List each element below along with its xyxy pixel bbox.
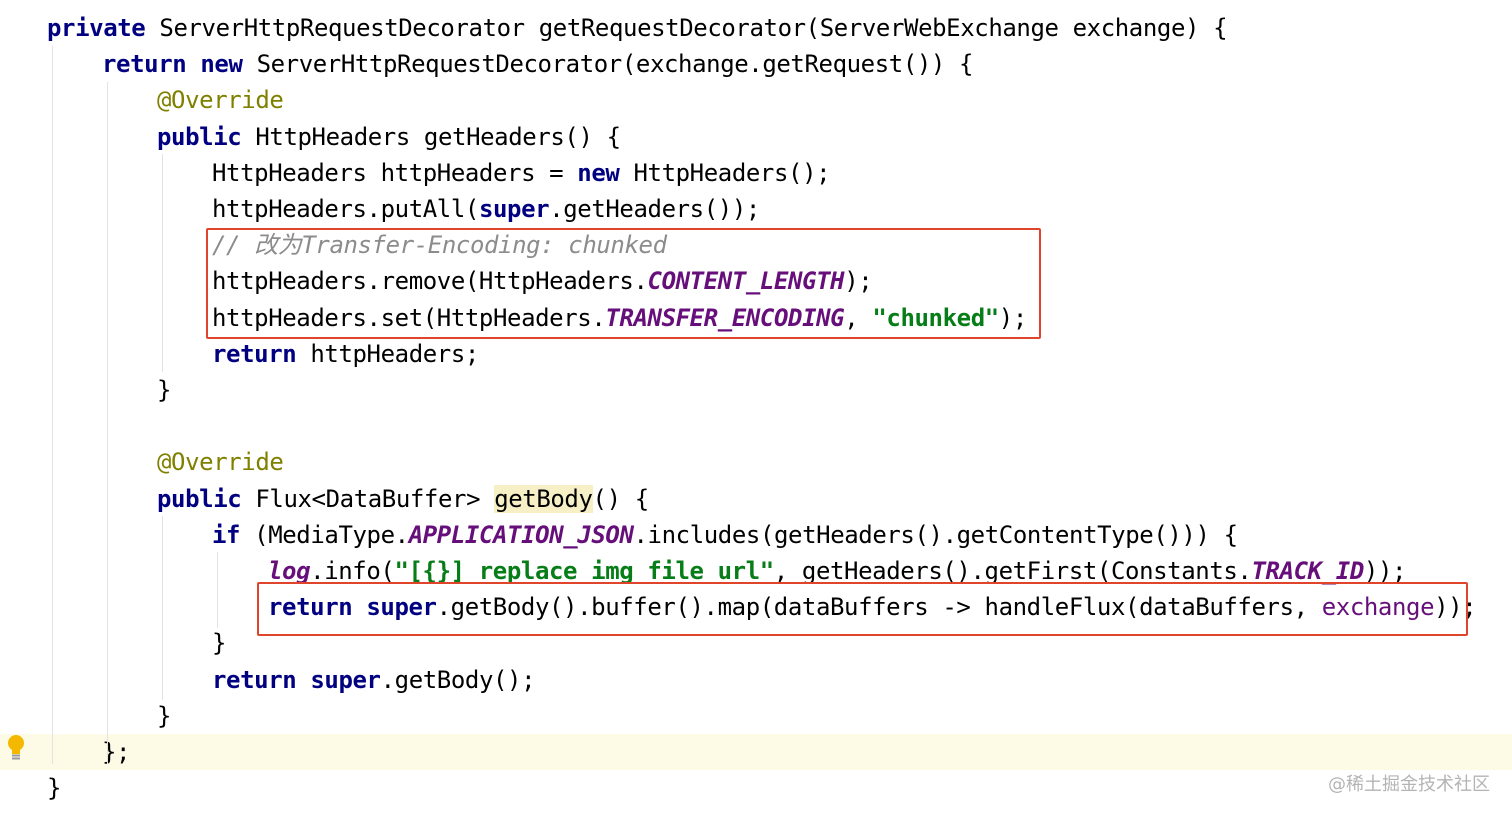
code-text: return new ServerHttpRequestDecorator(ex… xyxy=(102,46,973,82)
code-token: "[{}] replace img file url" xyxy=(394,557,774,585)
code-token: HttpHeaders getHeaders() { xyxy=(241,122,621,151)
code-line[interactable]: } xyxy=(0,698,1512,734)
code-line[interactable]: } xyxy=(0,770,1512,806)
code-text: if (MediaType.APPLICATION_JSON.includes(… xyxy=(212,517,1238,553)
code-token: public xyxy=(157,122,242,151)
code-token: if xyxy=(212,520,241,549)
code-text: return httpHeaders; xyxy=(212,336,479,372)
code-token: APPLICATION_JSON xyxy=(408,520,634,549)
code-line[interactable]: @Override xyxy=(0,444,1512,480)
code-token: } xyxy=(47,774,62,803)
code-line[interactable]: } xyxy=(0,372,1512,408)
indent-guide xyxy=(162,516,163,700)
indent-guide xyxy=(217,552,218,628)
code-token: () { xyxy=(592,484,650,513)
code-line[interactable]: httpHeaders.putAll(super.getHeaders()); xyxy=(0,191,1512,227)
code-line[interactable]: @Override xyxy=(0,82,1512,118)
code-text: public Flux<DataBuffer> getBody() { xyxy=(157,481,649,517)
code-line[interactable]: public Flux<DataBuffer> getBody() { xyxy=(0,481,1512,517)
code-token: .getHeaders()); xyxy=(549,195,760,223)
indent-guide xyxy=(162,154,163,372)
code-text: } xyxy=(157,698,171,734)
code-token: new xyxy=(200,50,243,79)
code-line[interactable]: HttpHeaders httpHeaders = new HttpHeader… xyxy=(0,155,1512,191)
code-token: super xyxy=(478,195,550,223)
code-token: log xyxy=(268,557,311,585)
code-token: public xyxy=(157,484,242,513)
code-line[interactable]: }; xyxy=(0,734,1512,770)
code-text: public HttpHeaders getHeaders() { xyxy=(157,119,621,155)
code-line[interactable] xyxy=(0,408,1512,444)
code-token: ServerHttpRequestDecorator getRequestDec… xyxy=(145,14,1228,42)
code-token: ServerHttpRequestDecorator(exchange.getR… xyxy=(242,50,974,79)
code-text: @Override xyxy=(157,82,284,118)
code-line[interactable]: return new ServerHttpRequestDecorator(ex… xyxy=(0,46,1512,82)
code-token: httpHeaders.putAll( xyxy=(212,195,479,223)
code-token: @Override xyxy=(157,448,284,477)
lightbulb-icon[interactable] xyxy=(6,733,26,763)
code-token: } xyxy=(157,376,172,404)
code-token: return xyxy=(212,339,297,368)
code-token: (MediaType. xyxy=(240,520,409,549)
code-text: HttpHeaders httpHeaders = new HttpHeader… xyxy=(212,155,831,191)
code-token: @Override xyxy=(157,86,284,115)
code-line[interactable]: private ServerHttpRequestDecorator getRe… xyxy=(0,10,1512,46)
code-token: TRACK_ID xyxy=(1251,557,1364,585)
indent-guide xyxy=(107,82,108,764)
code-token: getBody xyxy=(494,484,593,513)
code-token: return xyxy=(212,665,297,694)
code-line[interactable]: public HttpHeaders getHeaders() { xyxy=(0,119,1512,155)
code-token: return xyxy=(102,50,187,79)
code-text: return super.getBody(); xyxy=(212,662,536,698)
code-line[interactable]: return super.getBody(); xyxy=(0,662,1512,698)
code-token: .info( xyxy=(310,557,395,585)
code-token: .includes(getHeaders().getContentType())… xyxy=(633,520,1239,549)
code-editor[interactable]: private ServerHttpRequestDecorator getRe… xyxy=(0,0,1512,815)
code-text: private ServerHttpRequestDecorator getRe… xyxy=(47,10,1228,46)
code-token: } xyxy=(212,629,227,658)
code-token: )); xyxy=(1363,557,1407,585)
code-text: } xyxy=(157,372,171,408)
code-line[interactable]: if (MediaType.APPLICATION_JSON.includes(… xyxy=(0,517,1512,553)
code-token: super xyxy=(310,665,381,694)
code-token: .getBody(); xyxy=(380,665,536,694)
code-token: HttpHeaders(); xyxy=(619,158,831,187)
code-text: @Override xyxy=(157,444,284,480)
code-token: new xyxy=(577,158,620,187)
watermark: @稀土掘金技术社区 xyxy=(1328,774,1490,795)
indent-guide xyxy=(52,46,53,764)
code-token: , getHeaders().getFirst(Constants. xyxy=(773,557,1252,585)
code-token: HttpHeaders httpHeaders = xyxy=(212,158,578,187)
highlight-box xyxy=(257,582,1468,636)
code-text: httpHeaders.putAll(super.getHeaders()); xyxy=(212,191,760,227)
highlight-box xyxy=(206,228,1041,339)
code-token: httpHeaders; xyxy=(296,339,479,368)
code-token: Flux<DataBuffer> xyxy=(241,484,495,513)
code-text: } xyxy=(212,625,226,661)
code-line[interactable]: return httpHeaders; xyxy=(0,336,1512,372)
code-token: private xyxy=(47,14,146,42)
code-token: } xyxy=(157,701,172,730)
code-text: } xyxy=(47,770,61,806)
